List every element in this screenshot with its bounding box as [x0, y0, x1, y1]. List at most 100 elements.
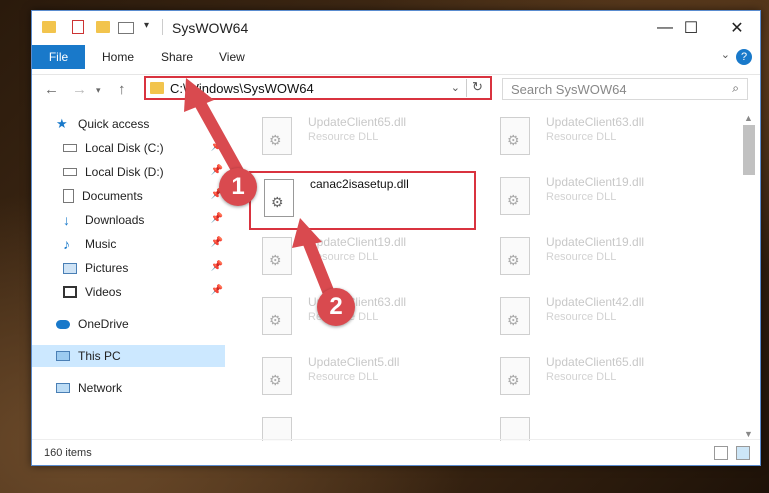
sidebar-item-label: Quick access — [78, 117, 150, 131]
gear-icon: ⚙ — [269, 372, 282, 388]
vertical-scrollbar[interactable]: ▲ ▼ — [741, 111, 758, 441]
large-icons-view-icon[interactable] — [736, 446, 750, 460]
explorer-window: ▾ SysWOW64 — ☐ ✕ File Home Share View ⌄ … — [31, 10, 761, 466]
scrollbar-thumb[interactable] — [743, 125, 755, 175]
back-arrow-icon[interactable]: ← — [44, 81, 59, 98]
expand-ribbon-icon[interactable]: ⌄ — [721, 48, 730, 61]
tab-home[interactable]: Home — [102, 50, 134, 64]
gear-icon: ⚙ — [269, 132, 282, 148]
file-type: Resource DLL — [546, 251, 617, 263]
file-type: Resource DLL — [308, 131, 379, 143]
dll-file-icon — [262, 417, 292, 441]
list-item[interactable]: ⚙ UpdateClient42.dll Resource DLL — [488, 293, 718, 343]
new-folder-icon[interactable] — [96, 21, 110, 33]
tab-view[interactable]: View — [219, 50, 245, 64]
drive-icon — [63, 144, 77, 152]
file-type: Resource DLL — [546, 371, 617, 383]
help-button[interactable]: ? — [736, 49, 752, 65]
sidebar-item-local-disk-d[interactable]: Local Disk (D:) 📌 — [32, 161, 225, 183]
file-name: UpdateClient5.dll — [308, 355, 400, 369]
sidebar-item-label: Documents — [82, 189, 143, 203]
sidebar-item-onedrive[interactable]: OneDrive — [32, 313, 225, 335]
dll-file-icon: ⚙ — [500, 237, 530, 275]
step-callout-2: 2 — [317, 288, 355, 326]
properties-icon[interactable] — [72, 20, 84, 34]
gear-icon: ⚙ — [507, 372, 520, 388]
forward-arrow-icon[interactable]: → — [72, 81, 87, 98]
dll-file-icon: ⚙ — [262, 297, 292, 335]
status-bar: 160 items — [32, 439, 760, 465]
pictures-icon — [63, 262, 77, 274]
dll-file-icon — [500, 417, 530, 441]
sidebar-item-label: Music — [85, 237, 117, 251]
dll-file-icon: ⚙ — [262, 237, 292, 275]
chevron-down-icon[interactable]: ⌄ — [451, 81, 460, 94]
up-arrow-icon[interactable]: ↑ — [118, 81, 126, 98]
pin-icon[interactable]: 📌 — [211, 285, 223, 296]
file-name: UpdateClient19.dll — [546, 175, 645, 189]
list-item[interactable]: ⚙ UpdateClient19.dll Resource DLL — [488, 173, 718, 223]
computer-icon — [56, 351, 70, 361]
item-count: 160 items — [44, 447, 92, 459]
list-item[interactable]: ⚙ UpdateClient65.dll Resource DLL — [488, 353, 718, 403]
customize-quick-access-icon[interactable] — [118, 22, 134, 34]
tab-file[interactable]: File — [32, 45, 85, 69]
dll-file-icon: ⚙ — [262, 117, 292, 155]
scroll-up-icon[interactable]: ▲ — [744, 113, 753, 123]
pin-icon[interactable]: 📌 — [211, 141, 223, 152]
sidebar-item-documents[interactable]: Documents 📌 — [32, 185, 225, 207]
title-bar: ▾ SysWOW64 — ☐ ✕ — [32, 11, 760, 45]
sidebar-item-network[interactable]: Network — [32, 377, 225, 399]
pin-icon[interactable]: 📌 — [211, 165, 223, 176]
details-view-icon[interactable] — [714, 446, 728, 460]
sidebar-item-label: Network — [78, 381, 123, 395]
cloud-icon — [56, 319, 70, 329]
list-item[interactable]: ⚙ UpdateClient63.dll Resource DLL — [488, 113, 718, 163]
sidebar-item-pictures[interactable]: Pictures 📌 — [32, 257, 225, 279]
sidebar-item-music[interactable]: ♪ Music 📌 — [32, 233, 225, 255]
folder-icon — [150, 82, 164, 94]
sidebar-item-downloads[interactable]: ↓ Downloads 📌 — [32, 209, 225, 231]
search-icon[interactable]: ⌕ — [732, 81, 739, 96]
highlight-box — [249, 171, 476, 230]
recent-locations-icon[interactable]: ▾ — [96, 85, 101, 96]
maximize-button[interactable]: ☐ — [668, 11, 714, 45]
address-bar[interactable]: C:\Windows\SysWOW64 ⌄ ↻ — [144, 76, 492, 100]
tab-share[interactable]: Share — [161, 50, 193, 64]
file-name: UpdateClient65.dll — [308, 115, 407, 129]
list-item[interactable]: ⚙ UpdateClient5.dll Resource DLL — [250, 353, 480, 403]
refresh-icon[interactable]: ↻ — [466, 79, 488, 97]
scroll-down-icon[interactable]: ▼ — [744, 429, 753, 439]
navigation-bar: ← → ▾ ↑ C:\Windows\SysWOW64 ⌄ ↻ Search S… — [32, 75, 760, 105]
file-type: Resource DLL — [546, 311, 617, 323]
list-item[interactable]: ⚙ UpdateClient19.dll Resource DLL — [488, 233, 718, 283]
pin-icon[interactable]: 📌 — [211, 237, 223, 248]
list-item[interactable] — [488, 413, 718, 441]
address-path[interactable]: C:\Windows\SysWOW64 — [170, 81, 314, 96]
close-button[interactable]: ✕ — [714, 11, 760, 45]
chevron-down-icon[interactable]: ▾ — [144, 20, 149, 31]
dll-file-icon: ⚙ — [500, 117, 530, 155]
file-name: UpdateClient19.dll — [308, 235, 407, 249]
search-input[interactable]: Search SysWOW64 ⌕ — [502, 78, 748, 100]
sidebar-item-videos[interactable]: Videos 📌 — [32, 281, 225, 303]
sidebar-item-label: Downloads — [85, 213, 145, 227]
pin-icon[interactable]: 📌 — [211, 261, 223, 272]
navigation-pane: ★ Quick access Local Disk (C:) 📌 Local D… — [32, 111, 225, 441]
folder-icon — [42, 21, 56, 33]
step-callout-1: 1 — [219, 168, 257, 206]
gear-icon: ⚙ — [269, 312, 282, 328]
list-item[interactable] — [250, 413, 480, 441]
sidebar-item-local-disk-c[interactable]: Local Disk (C:) 📌 — [32, 137, 225, 159]
list-item[interactable]: ⚙ UpdateClient65.dll Resource DLL — [250, 113, 480, 163]
file-type: Resource DLL — [308, 371, 379, 383]
network-icon — [56, 383, 70, 393]
list-item[interactable]: ⚙ UpdateClient63.dll Resource DLL — [250, 293, 480, 343]
sidebar-item-quick-access[interactable]: ★ Quick access — [32, 113, 225, 135]
pin-icon[interactable]: 📌 — [211, 213, 223, 224]
sidebar-item-this-pc[interactable]: This PC — [32, 345, 225, 367]
sidebar-item-label: OneDrive — [78, 317, 129, 331]
documents-icon — [63, 189, 74, 203]
dll-file-icon: ⚙ — [500, 357, 530, 395]
list-item[interactable]: ⚙ UpdateClient19.dll Resource DLL — [250, 233, 480, 283]
